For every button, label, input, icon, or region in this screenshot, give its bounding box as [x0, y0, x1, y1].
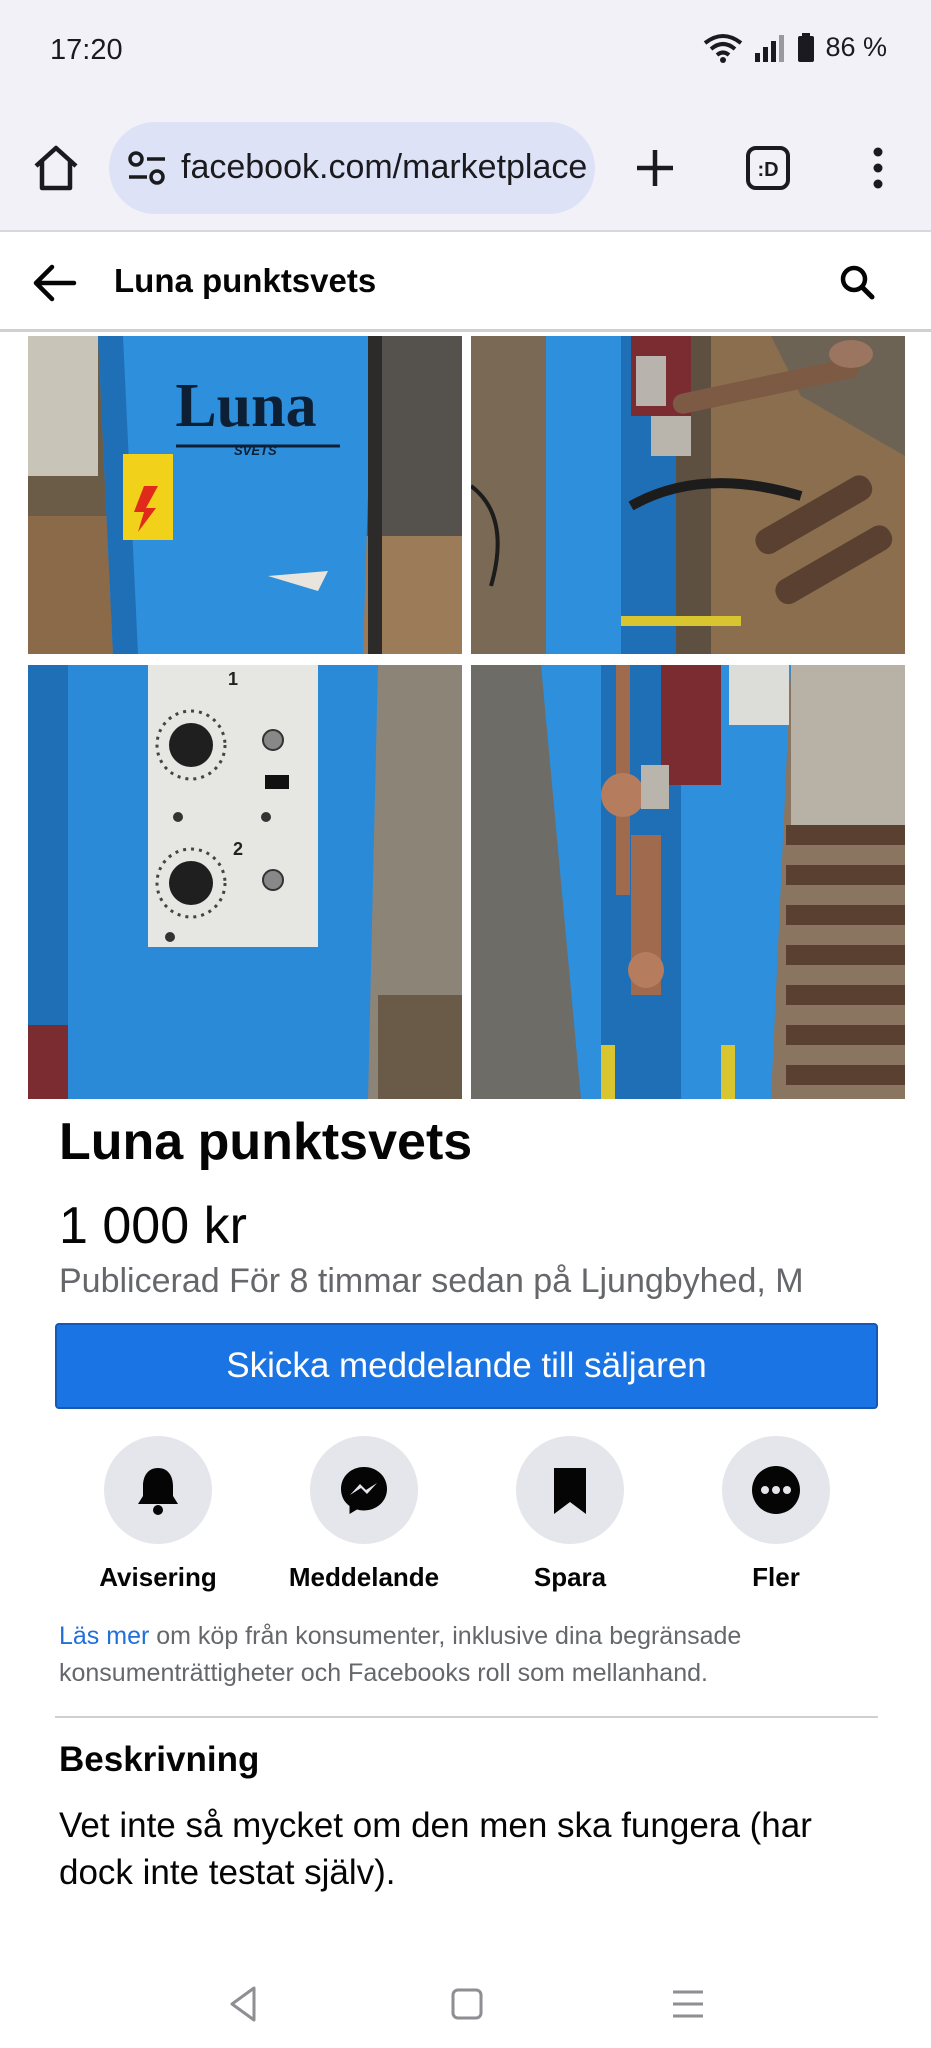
bookmark-icon — [554, 1468, 586, 1514]
new-tab-button[interactable] — [627, 140, 683, 196]
save-button[interactable]: Spara — [470, 1436, 670, 1593]
message-seller-button[interactable]: Skicka meddelande till säljaren — [55, 1323, 878, 1409]
notify-icon-circle[interactable] — [104, 1436, 212, 1544]
status-time: 17:20 — [50, 34, 123, 66]
message-label: Meddelande — [288, 1562, 440, 1592]
app-header: Luna punktsvets — [0, 234, 931, 332]
page-title: Luna punktsvets — [114, 262, 377, 299]
photo-1-sublogo: SVETS — [234, 443, 277, 458]
more-label: Fler — [752, 1562, 800, 1592]
notify-button[interactable]: Avisering — [58, 1436, 258, 1593]
nav-home-icon[interactable] — [443, 1980, 491, 2028]
message-icon-circle[interactable] — [310, 1436, 418, 1544]
listing-price: 1 000 kr — [59, 1197, 247, 1255]
signal-icon — [755, 34, 785, 62]
plus-icon — [637, 150, 673, 186]
more-icon — [752, 1466, 800, 1514]
address-bar[interactable]: facebook.com/marketplace — [109, 122, 595, 214]
notify-label: Avisering — [99, 1562, 217, 1592]
read-more-link[interactable]: Läs mer — [59, 1622, 149, 1650]
svg-text::D: :D — [757, 159, 778, 181]
photo-1-image: Luna SVETS — [28, 336, 462, 654]
listing-title: Luna punktsvets — [59, 1113, 473, 1171]
photo-3-dial-label-2: 2 — [233, 839, 243, 859]
divider — [55, 1716, 878, 1718]
photo-2-image — [471, 336, 905, 654]
photo-1-logo: Luna — [175, 372, 316, 440]
home-icon[interactable] — [30, 142, 82, 194]
nav-recents-icon[interactable] — [664, 1980, 712, 2028]
browser-toolbar: facebook.com/marketplace :D — [0, 104, 931, 232]
system-nav-bar — [0, 1960, 931, 2048]
tabs-icon: :D — [746, 146, 790, 190]
description-text: Vet inte så mycket om den men ska funger… — [59, 1806, 812, 1892]
status-bar: 17:20 86 % — [0, 0, 931, 104]
consumer-info: Läs mer om köp från konsumenter, inklusi… — [59, 1618, 859, 1692]
listing-photo-4[interactable] — [471, 665, 905, 1099]
more-icon-circle[interactable] — [722, 1436, 830, 1544]
consumer-info-text: om köp från konsumenter, inklusive dina … — [59, 1622, 742, 1687]
status-icons: 86 % — [703, 32, 887, 63]
browser-menu-button[interactable] — [850, 140, 906, 196]
url-text[interactable]: facebook.com/marketplace — [181, 148, 587, 187]
wifi-icon — [704, 33, 743, 63]
action-row: Avisering Meddelande Spara Fler — [0, 1436, 931, 1596]
more-vertical-icon — [873, 147, 883, 189]
nav-back-icon[interactable] — [220, 1980, 268, 2028]
listing-photo-2[interactable] — [471, 336, 905, 654]
messenger-icon — [341, 1467, 387, 1514]
site-settings-icon[interactable] — [127, 150, 167, 186]
photo-3-dial-label-1: 1 — [228, 669, 238, 689]
description-heading: Beskrivning — [59, 1740, 260, 1779]
tab-switcher-button[interactable]: :D — [740, 140, 796, 196]
listing-photo-3[interactable]: 1 2 — [28, 665, 462, 1099]
photo-3-image: 1 2 — [28, 665, 462, 1099]
battery-percent: 86 % — [825, 32, 887, 62]
listing-meta: Publicerad För 8 timmar sedan på Ljungby… — [59, 1262, 804, 1300]
save-label: Spara — [533, 1562, 607, 1592]
photo-4-image — [471, 665, 905, 1099]
search-icon[interactable] — [833, 258, 883, 308]
bell-icon — [138, 1468, 178, 1515]
back-arrow-icon[interactable] — [30, 258, 80, 308]
listing-photo-1[interactable]: Luna SVETS — [28, 336, 462, 654]
save-icon-circle[interactable] — [516, 1436, 624, 1544]
battery-icon — [798, 32, 815, 62]
more-button[interactable]: Fler — [676, 1436, 876, 1593]
message-button[interactable]: Meddelande — [264, 1436, 464, 1593]
